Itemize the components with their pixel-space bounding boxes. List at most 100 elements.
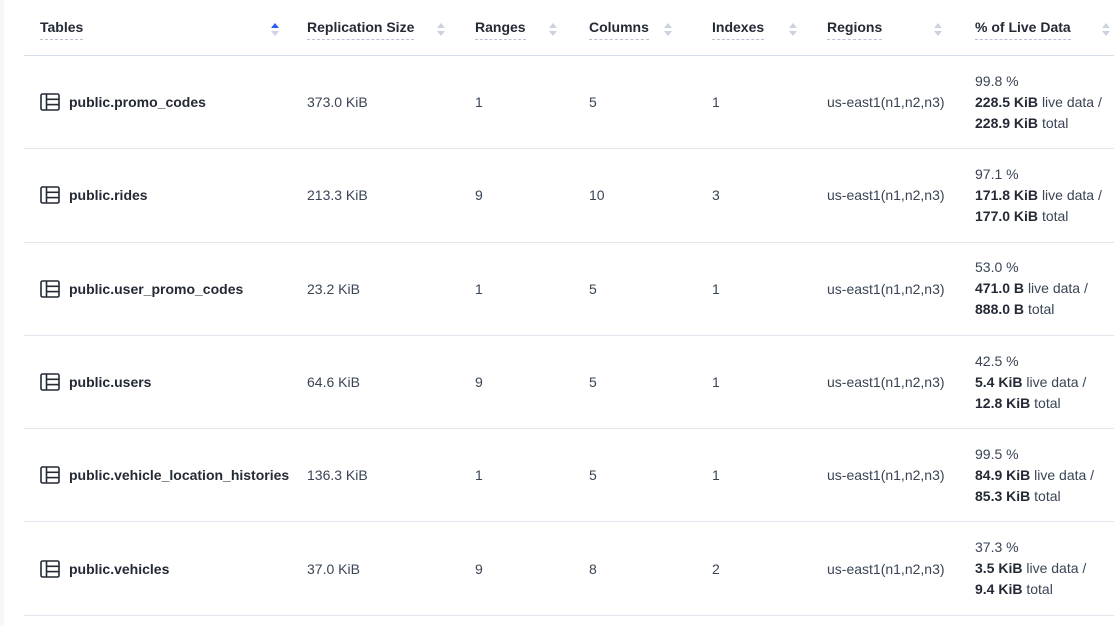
regions-cell: us-east1(n1,n2,n3): [810, 187, 955, 203]
sort-carets: [549, 23, 557, 36]
replication-size-cell: 64.6 KiB: [292, 374, 458, 390]
table-name-cell[interactable]: public.users: [24, 373, 292, 391]
table-name-link[interactable]: public.users: [69, 374, 151, 390]
total-suffix: total: [1042, 115, 1068, 131]
table-name-cell[interactable]: public.rides: [24, 186, 292, 204]
sort-desc-icon: [934, 31, 942, 36]
table-name-link[interactable]: public.promo_codes: [69, 94, 206, 110]
sort-asc-active-icon: [271, 23, 279, 28]
live-data-cell: 99.5 % 84.9 KiB live data / 85.3 KiB tot…: [955, 444, 1114, 507]
table-row: public.user_promo_codes 23.2 KiB 1 5 1 u…: [24, 243, 1114, 336]
live-data-percent: 37.3 %: [975, 537, 1114, 558]
live-data-suffix: live data /: [1034, 467, 1094, 483]
table-grid-icon: [40, 280, 60, 298]
total-size-line: 888.0 B total: [975, 299, 1114, 320]
column-header-columns-label: Columns: [589, 19, 649, 40]
regions-cell: us-east1(n1,n2,n3): [810, 374, 955, 390]
total-size-line: 9.4 KiB total: [975, 579, 1114, 600]
column-header-regions-label: Regions: [827, 19, 882, 40]
table-name-link[interactable]: public.vehicle_location_histories: [69, 467, 289, 483]
sort-desc-icon: [437, 31, 445, 36]
replication-size-cell: 373.0 KiB: [292, 94, 458, 110]
total-size-value: 12.8 KiB: [975, 395, 1030, 411]
table-name-cell[interactable]: public.promo_codes: [24, 93, 292, 111]
table-grid-icon: [40, 186, 60, 204]
sort-asc-icon: [789, 23, 797, 28]
live-data-cell: 99.8 % 228.5 KiB live data / 228.9 KiB t…: [955, 71, 1114, 134]
table-name-cell[interactable]: public.user_promo_codes: [24, 280, 292, 298]
columns-cell: 5: [570, 467, 685, 483]
column-header-live-data[interactable]: % of Live Data: [955, 4, 1114, 55]
sort-carets: [664, 23, 672, 36]
sort-asc-icon: [437, 23, 445, 28]
sort-asc-icon: [934, 23, 942, 28]
total-size-value: 9.4 KiB: [975, 581, 1022, 597]
ranges-cell: 9: [458, 374, 570, 390]
table-row: public.users 64.6 KiB 9 5 1 us-east1(n1,…: [24, 336, 1114, 429]
indexes-cell: 1: [685, 281, 810, 297]
table-grid-icon: [40, 560, 60, 578]
live-data-percent: 99.8 %: [975, 71, 1114, 92]
total-size-value: 228.9 KiB: [975, 115, 1038, 131]
tables-list-card: Tables Replication Size Ranges: [4, 0, 1114, 626]
sort-desc-icon: [271, 31, 279, 36]
regions-cell: us-east1(n1,n2,n3): [810, 94, 955, 110]
total-size-line: 228.9 KiB total: [975, 113, 1114, 134]
sort-desc-icon: [789, 31, 797, 36]
column-header-tables[interactable]: Tables: [24, 4, 292, 55]
sort-carets: [437, 23, 445, 36]
column-header-indexes[interactable]: Indexes: [685, 4, 810, 55]
live-data-percent: 53.0 %: [975, 257, 1114, 278]
sort-desc-icon: [664, 31, 672, 36]
table-name-cell[interactable]: public.vehicles: [24, 560, 292, 578]
live-size-value: 84.9 KiB: [975, 467, 1030, 483]
replication-size-cell: 37.0 KiB: [292, 561, 458, 577]
ranges-cell: 9: [458, 561, 570, 577]
total-size-value: 85.3 KiB: [975, 488, 1030, 504]
live-size-value: 171.8 KiB: [975, 187, 1038, 203]
replication-size-cell: 136.3 KiB: [292, 467, 458, 483]
tables-list: Tables Replication Size Ranges: [24, 0, 1114, 616]
live-data-suffix: live data /: [1028, 280, 1088, 296]
indexes-cell: 2: [685, 561, 810, 577]
indexes-cell: 1: [685, 467, 810, 483]
column-header-regions[interactable]: Regions: [810, 4, 955, 55]
table-name-link[interactable]: public.rides: [69, 187, 148, 203]
live-data-suffix: live data /: [1042, 187, 1102, 203]
table-grid-icon: [40, 373, 60, 391]
live-data-percent: 99.5 %: [975, 444, 1114, 465]
column-header-indexes-label: Indexes: [712, 19, 764, 40]
column-header-replication-size-label: Replication Size: [307, 19, 414, 40]
replication-size-cell: 23.2 KiB: [292, 281, 458, 297]
column-header-columns[interactable]: Columns: [570, 4, 685, 55]
table-name-cell[interactable]: public.vehicle_location_histories: [24, 466, 292, 484]
table-grid-icon: [40, 93, 60, 111]
column-header-ranges[interactable]: Ranges: [458, 4, 570, 55]
live-data-cell: 97.1 % 171.8 KiB live data / 177.0 KiB t…: [955, 164, 1114, 227]
total-suffix: total: [1034, 395, 1060, 411]
sort-desc-icon: [549, 31, 557, 36]
live-data-size-line: 3.5 KiB live data /: [975, 558, 1114, 579]
live-data-size-line: 228.5 KiB live data /: [975, 92, 1114, 113]
column-header-tables-label: Tables: [40, 19, 83, 40]
ranges-cell: 1: [458, 94, 570, 110]
table-name-link[interactable]: public.vehicles: [69, 561, 169, 577]
live-data-percent: 97.1 %: [975, 164, 1114, 185]
table-row: public.vehicle_location_histories 136.3 …: [24, 429, 1114, 522]
ranges-cell: 1: [458, 467, 570, 483]
live-data-cell: 37.3 % 3.5 KiB live data / 9.4 KiB total: [955, 537, 1114, 600]
live-size-value: 471.0 B: [975, 280, 1024, 296]
live-data-cell: 42.5 % 5.4 KiB live data / 12.8 KiB tota…: [955, 351, 1114, 414]
live-data-size-line: 471.0 B live data /: [975, 278, 1114, 299]
live-data-suffix: live data /: [1026, 374, 1086, 390]
live-data-suffix: live data /: [1026, 560, 1086, 576]
sort-asc-icon: [1102, 23, 1110, 28]
table-name-link[interactable]: public.user_promo_codes: [69, 281, 243, 297]
columns-cell: 10: [570, 187, 685, 203]
column-header-replication-size[interactable]: Replication Size: [292, 4, 458, 55]
indexes-cell: 3: [685, 187, 810, 203]
table-header-row: Tables Replication Size Ranges: [24, 0, 1114, 56]
live-size-value: 5.4 KiB: [975, 374, 1022, 390]
total-size-line: 12.8 KiB total: [975, 393, 1114, 414]
column-header-ranges-label: Ranges: [475, 19, 526, 40]
